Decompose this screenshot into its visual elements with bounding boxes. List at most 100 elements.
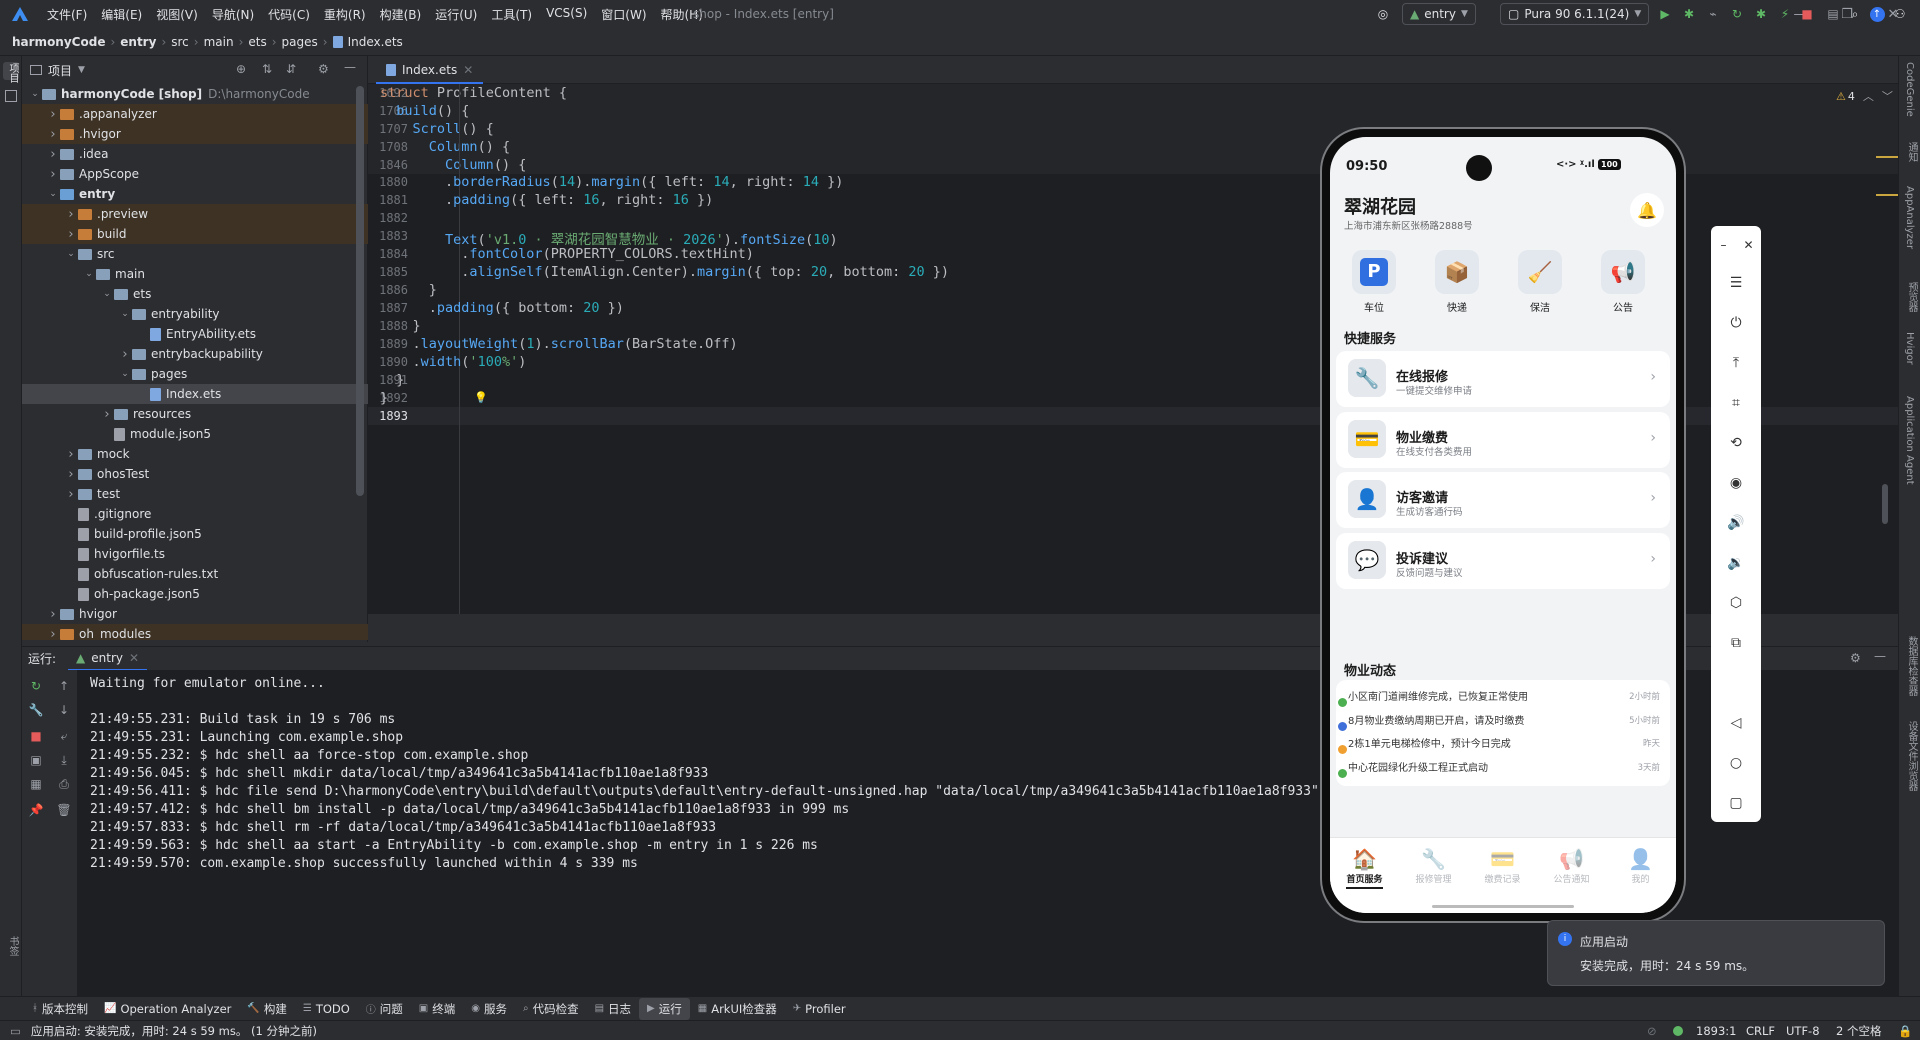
- code-line[interactable]: .padding({ left: 16, right: 16 }): [380, 192, 713, 208]
- tree-item[interactable]: ⌄ entry: [22, 184, 368, 204]
- volume-up-icon[interactable]: 🔊: [1711, 508, 1761, 538]
- arrow-up-icon[interactable]: ↑: [50, 676, 78, 696]
- attach-debugger-icon[interactable]: ⌁: [1703, 3, 1723, 25]
- tree-item[interactable]: obfuscation-rules.txt: [22, 564, 368, 584]
- camera-icon[interactable]: ▣: [22, 750, 50, 770]
- target-icon[interactable]: ◎: [1372, 3, 1394, 25]
- menu-item[interactable]: 视图(V): [149, 6, 205, 23]
- tree-item[interactable]: › mock: [22, 444, 368, 464]
- trash-icon[interactable]: 🗑: [50, 800, 78, 820]
- debug-attach-icon[interactable]: ✱: [1751, 3, 1771, 25]
- menu-item[interactable]: 窗口(W): [594, 6, 653, 23]
- recents-icon[interactable]: ▢: [1711, 788, 1761, 818]
- right-tool-button[interactable]: AppAnalyzer: [1904, 186, 1915, 249]
- power-icon[interactable]: ⏻: [1711, 308, 1761, 338]
- chevron-right-icon[interactable]: ›: [46, 167, 60, 182]
- hide-panel-icon[interactable]: —: [1874, 649, 1886, 663]
- chevron-right-icon[interactable]: ›: [46, 607, 60, 622]
- print-icon[interactable]: ⎙: [50, 774, 78, 794]
- connected-indicator-icon[interactable]: [1673, 1026, 1683, 1036]
- volume-down-icon[interactable]: 🔉: [1711, 548, 1761, 578]
- caret-position[interactable]: 1893:1: [1696, 1024, 1736, 1038]
- project-panel-title[interactable]: 项目: [48, 62, 72, 79]
- pin-icon[interactable]: 📌: [22, 800, 50, 820]
- tree-item[interactable]: ⌄ src: [22, 244, 368, 264]
- menu-item[interactable]: 编辑(E): [94, 6, 149, 23]
- rerun-icon[interactable]: ↻: [22, 676, 50, 696]
- tree-item[interactable]: › ohosTest: [22, 464, 368, 484]
- chevron-right-icon[interactable]: ›: [118, 347, 132, 362]
- chevron-right-icon[interactable]: ›: [100, 407, 114, 422]
- menu-item[interactable]: 构建(B): [373, 6, 429, 23]
- menu-item[interactable]: 工具(T): [484, 6, 539, 23]
- multi-device-icon[interactable]: ⧉: [1711, 628, 1761, 658]
- chevron-up-icon[interactable]: ︿: [1863, 88, 1874, 104]
- right-tool-button[interactable]: 设备文件浏览器: [1904, 721, 1919, 791]
- stop-icon[interactable]: ■: [1797, 3, 1817, 25]
- breadcrumb-item[interactable]: harmonyCode: [12, 35, 105, 49]
- home-icon[interactable]: ○: [1711, 748, 1761, 778]
- close-tab-icon[interactable]: ✕: [463, 63, 473, 77]
- chevron-down-icon[interactable]: ⌄: [28, 89, 42, 99]
- tree-item[interactable]: › .appanalyzer: [22, 104, 368, 124]
- bottom-tool-terminal[interactable]: ▣ 终端: [411, 998, 463, 1020]
- tree-item[interactable]: ⌄ main: [22, 264, 368, 284]
- service-card[interactable]: 💳 物业缴费 在线支付各类费用 ›: [1336, 411, 1670, 468]
- account-icon[interactable]: ⚇: [1890, 3, 1910, 25]
- service-card[interactable]: 💬 投诉建议 反馈问题与建议 ›: [1336, 532, 1670, 589]
- menu-item[interactable]: 导航(N): [205, 6, 261, 23]
- chevron-down-icon[interactable]: ⌄: [64, 249, 78, 259]
- device-manager-icon[interactable]: ▤: [1823, 3, 1843, 25]
- sticky-line[interactable]: 1706 build() {: [368, 102, 1898, 120]
- tree-item[interactable]: ⌄ harmonyCode [shop] D:\harmonyCode: [22, 84, 368, 104]
- phone-tab-1[interactable]: 🔧 报修管理: [1399, 846, 1468, 885]
- indent-setting[interactable]: 2 个空格: [1836, 1023, 1881, 1039]
- service-card[interactable]: 👤 访客邀请 生成访客通行码 ›: [1336, 472, 1670, 528]
- editor-scrollbar[interactable]: [1882, 484, 1888, 524]
- line-separator[interactable]: CRLF: [1746, 1024, 1775, 1038]
- breadcrumb-item[interactable]: entry: [120, 35, 156, 49]
- gear-icon[interactable]: ⚙: [1850, 651, 1861, 665]
- tree-item[interactable]: ⌄ pages: [22, 364, 368, 384]
- code-line[interactable]: }: [380, 318, 421, 334]
- status-message[interactable]: 应用启动: 安装完成，用时: 24 s 59 ms。 (1 分钟之前): [31, 1023, 317, 1039]
- tree-item[interactable]: › .hvigor: [22, 124, 368, 144]
- bottom-tool-log[interactable]: ▤ 日志: [587, 998, 639, 1020]
- project-tool-button[interactable]: 项目: [3, 62, 19, 83]
- bottom-tool-inspect[interactable]: ⌕ 代码检查: [515, 998, 587, 1020]
- phone-tab-3[interactable]: 📢 公告通知: [1537, 846, 1606, 885]
- news-item[interactable]: 小区南门道闸维修完成，已恢复正常使用 2小时前: [1336, 686, 1670, 707]
- menu-item[interactable]: 文件(F): [40, 6, 94, 23]
- chevron-right-icon[interactable]: ›: [46, 627, 60, 641]
- bookmarks-tool-button[interactable]: 书签: [5, 936, 20, 956]
- tree-item[interactable]: EntryAbility.ets: [22, 324, 368, 344]
- collapse-all-icon[interactable]: ⇵: [286, 62, 296, 76]
- bottom-tool-inspector[interactable]: ▦ ArkUI检查器: [690, 998, 785, 1020]
- notification-balloon[interactable]: i 应用启动 安装完成，用时：24 s 59 ms。: [1547, 920, 1885, 986]
- chevron-right-icon[interactable]: ›: [64, 207, 78, 222]
- wrench-icon[interactable]: 🔧: [22, 700, 50, 720]
- menu-item[interactable]: VCS(S): [539, 6, 594, 23]
- chevron-right-icon[interactable]: ›: [64, 467, 78, 482]
- layout-icon[interactable]: ▦: [22, 774, 50, 794]
- tab-index-ets[interactable]: Index.ets ✕: [376, 58, 484, 84]
- tree-item[interactable]: Index.ets: [22, 384, 368, 404]
- screenshot-crop-icon[interactable]: ⌗: [1711, 388, 1761, 418]
- news-item[interactable]: 中心花园绿化升级工程正式启动 3天前: [1336, 757, 1670, 778]
- tree-item[interactable]: › test: [22, 484, 368, 504]
- news-item[interactable]: 2栋1单元电梯检修中，预计今日完成 昨天: [1336, 733, 1670, 754]
- bottom-tool-profiler[interactable]: ✈ Profiler: [785, 998, 854, 1020]
- code-line[interactable]: }: [380, 282, 437, 298]
- menu-item[interactable]: 代码(C): [261, 6, 317, 23]
- tree-item[interactable]: ⌄ ets: [22, 284, 368, 304]
- tree-item[interactable]: build-profile.json5: [22, 524, 368, 544]
- menu-item[interactable]: 运行(U): [428, 6, 484, 23]
- chevron-right-icon[interactable]: ›: [46, 127, 60, 142]
- stop-icon[interactable]: ■: [22, 726, 50, 746]
- right-tool-button[interactable]: Hvigor: [1904, 332, 1915, 365]
- bottom-tool-run[interactable]: ▶ 运行: [639, 997, 690, 1020]
- run-config-select[interactable]: ▲ entry ▼: [1402, 3, 1476, 25]
- bottom-tool-problems[interactable]: ⓘ 问题: [358, 998, 411, 1020]
- expand-all-icon[interactable]: ⇅: [262, 62, 272, 76]
- service-card[interactable]: 🔧 在线报修 一键提交维修申请 ›: [1336, 351, 1670, 407]
